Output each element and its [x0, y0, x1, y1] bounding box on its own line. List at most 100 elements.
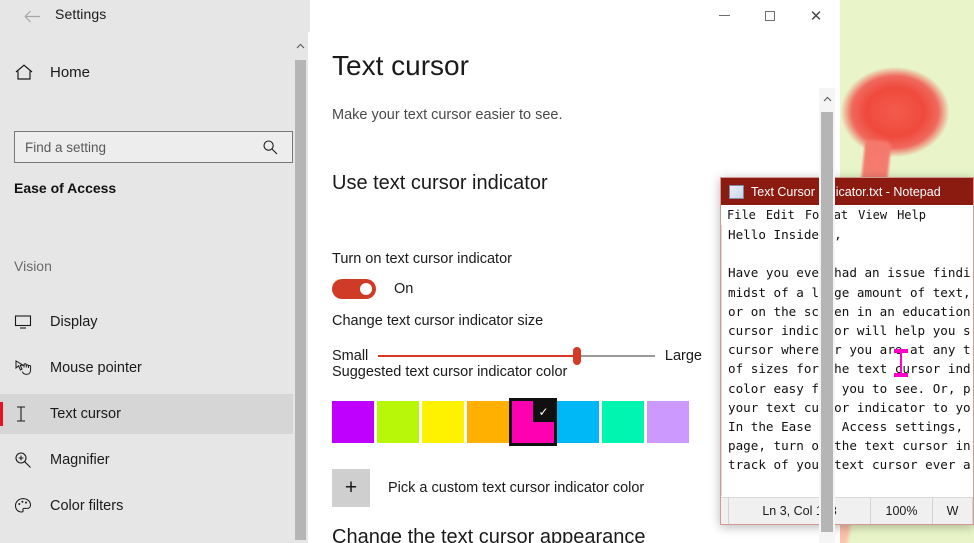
- search-icon[interactable]: [255, 132, 285, 162]
- notepad-menu-edit[interactable]: Edit: [766, 208, 795, 222]
- notepad-line: Have you ever had an issue findi: [728, 265, 971, 281]
- statusbar-zoom-level: 100%: [871, 497, 933, 524]
- notepad-menu-file[interactable]: File: [727, 208, 756, 222]
- settings-window: Settings ✕ Home Find a setting Ease of A…: [0, 0, 840, 543]
- notepad-line: midst of a large amount of text,: [728, 284, 971, 300]
- content-scrollbar-thumb[interactable]: [821, 112, 833, 532]
- i-beam-icon: [14, 404, 46, 424]
- sidebar-item-magnifier[interactable]: Magnifier: [0, 440, 294, 480]
- size-slider-label: Change text cursor indicator size: [332, 313, 544, 329]
- sidebar-item-color-filters[interactable]: Color filters: [0, 486, 294, 526]
- notepad-line: track of your text cursor ever a: [728, 457, 971, 473]
- pick-custom-color-row[interactable]: + Pick a custom text cursor indicator co…: [332, 469, 644, 507]
- color-swatch-yellow[interactable]: [422, 401, 464, 443]
- page-subtitle: Make your text cursor easier to see.: [332, 107, 563, 123]
- slider-thumb[interactable]: [573, 347, 582, 365]
- statusbar-spacer: [721, 497, 729, 524]
- maximize-button[interactable]: [747, 0, 793, 31]
- color-swatch-sky-blue[interactable]: [557, 401, 599, 443]
- notepad-text-area[interactable]: Hello Insiders, Have you ever had an issu…: [721, 225, 973, 496]
- custom-color-label: Pick a custom text cursor indicator colo…: [388, 480, 645, 496]
- toggle-state-label: On: [394, 281, 414, 297]
- back-button[interactable]: [12, 2, 52, 30]
- toggle-knob: [360, 283, 372, 295]
- sidebar-item-text-cursor[interactable]: Text cursor: [0, 394, 294, 434]
- suggested-color-swatches: ✓: [332, 398, 692, 446]
- color-swatch-magenta[interactable]: ✓: [509, 398, 557, 446]
- sidebar-item-color-filters-label: Color filters: [50, 498, 124, 514]
- home-icon: [14, 62, 46, 82]
- color-swatch-purple[interactable]: [332, 401, 374, 443]
- notepad-titlebar[interactable]: Text Cursor Indicator.txt - Notepad: [721, 178, 973, 205]
- sidebar-item-home[interactable]: Home: [0, 52, 308, 92]
- notepad-app-icon: [729, 184, 744, 199]
- sidebar-item-mouse-pointer-label: Mouse pointer: [50, 360, 142, 376]
- maximize-icon: [765, 10, 775, 21]
- color-swatch-light-violet[interactable]: [647, 401, 689, 443]
- notepad-line: cursor indicator will help you s: [728, 323, 971, 338]
- color-swatch-lime[interactable]: [377, 401, 419, 443]
- slider-fill: [378, 355, 578, 357]
- notepad-menubar: FileEditFormatViewHelp: [721, 205, 973, 225]
- notepad-line: page, turn on the text cursor in: [728, 438, 971, 454]
- text-cursor-indicator-toggle-row[interactable]: On: [332, 279, 413, 299]
- plus-icon: +: [344, 476, 358, 499]
- notepad-menu-view[interactable]: View: [858, 208, 887, 222]
- settings-sidebar: Home Ease of Access Vision: [0, 32, 308, 543]
- minimize-icon: [718, 15, 730, 16]
- sidebar-scrollbar[interactable]: [293, 32, 308, 543]
- size-slider[interactable]: [378, 347, 655, 365]
- statusbar-cursor-position: Ln 3, Col 193: [729, 497, 871, 524]
- minimize-button[interactable]: [701, 0, 747, 31]
- slider-min-label: Small: [332, 348, 369, 364]
- notepad-line: or on the screen in an education: [728, 303, 971, 319]
- section-heading-change-text-cursor-appearance: Change the text cursor appearance: [332, 526, 646, 543]
- sidebar-scroll-up-icon[interactable]: [293, 38, 308, 54]
- toggle-field-label: Turn on text cursor indicator: [332, 251, 512, 267]
- page-title: Text cursor: [332, 50, 469, 81]
- monitor-icon: [14, 312, 46, 332]
- sidebar-group-label-vision: Vision: [14, 258, 52, 274]
- close-button[interactable]: ✕: [793, 0, 839, 31]
- palette-icon: [14, 496, 46, 516]
- sidebar-item-display[interactable]: Display: [0, 302, 294, 342]
- sidebar-item-high-contrast[interactable]: High contrast: [0, 532, 294, 543]
- suggested-color-label: Suggested text cursor indicator color: [332, 364, 568, 380]
- hand-pointer-icon: [14, 358, 46, 378]
- sidebar-item-mouse-pointer[interactable]: Mouse pointer: [0, 348, 294, 388]
- sidebar-item-home-label: Home: [50, 63, 91, 81]
- color-swatch-spring-green[interactable]: [602, 401, 644, 443]
- notepad-window: Text Cursor Indicator.txt - Notepad File…: [720, 177, 974, 525]
- notepad-menu-help[interactable]: Help: [897, 208, 926, 222]
- magnifier-icon: [14, 450, 46, 470]
- content-scrollbar[interactable]: [819, 88, 835, 543]
- custom-color-button[interactable]: +: [332, 469, 370, 507]
- sidebar-scrollbar-thumb[interactable]: [295, 60, 306, 540]
- search-box[interactable]: [14, 131, 293, 163]
- sidebar-item-display-label: Display: [50, 314, 98, 330]
- cursor-indicator-bottom-bar: [894, 373, 908, 377]
- notepad-line: In the Ease of Access settings,: [728, 419, 971, 435]
- notepad-title: Text Cursor Indicator.txt - Notepad: [751, 184, 941, 199]
- screen: Settings ✕ Home Find a setting Ease of A…: [0, 0, 974, 543]
- content-scroll-up-icon[interactable]: [819, 90, 835, 108]
- statusbar-encoding: W: [933, 497, 973, 524]
- slider-max-label: Large: [664, 348, 702, 364]
- text-cursor-indicator-toggle[interactable]: [332, 279, 376, 299]
- text-cursor-indicator: [894, 349, 908, 377]
- sidebar-item-text-cursor-label: Text cursor: [50, 406, 121, 422]
- sidebar-item-magnifier-label: Magnifier: [50, 452, 110, 468]
- notepad-line: of sizes for the text cursor ind: [728, 361, 971, 377]
- search-input[interactable]: [15, 133, 255, 161]
- settings-titlebar: Settings ✕: [0, 0, 840, 32]
- color-swatch-orange[interactable]: [467, 401, 509, 443]
- notepad-line: your text cursor indicator to yo: [728, 399, 971, 415]
- close-icon: ✕: [809, 6, 823, 25]
- window-title: Settings: [55, 6, 107, 22]
- notepad-line: color easy for you to see. Or, p: [728, 380, 971, 396]
- swatch-check-icon: ✓: [533, 401, 554, 422]
- section-heading-use-text-cursor-indicator: Use text cursor indicator: [332, 172, 548, 194]
- back-arrow-icon: [24, 10, 40, 22]
- notepad-statusbar: Ln 3, Col 193 100% W: [721, 497, 973, 524]
- notepad-line: [728, 244, 973, 263]
